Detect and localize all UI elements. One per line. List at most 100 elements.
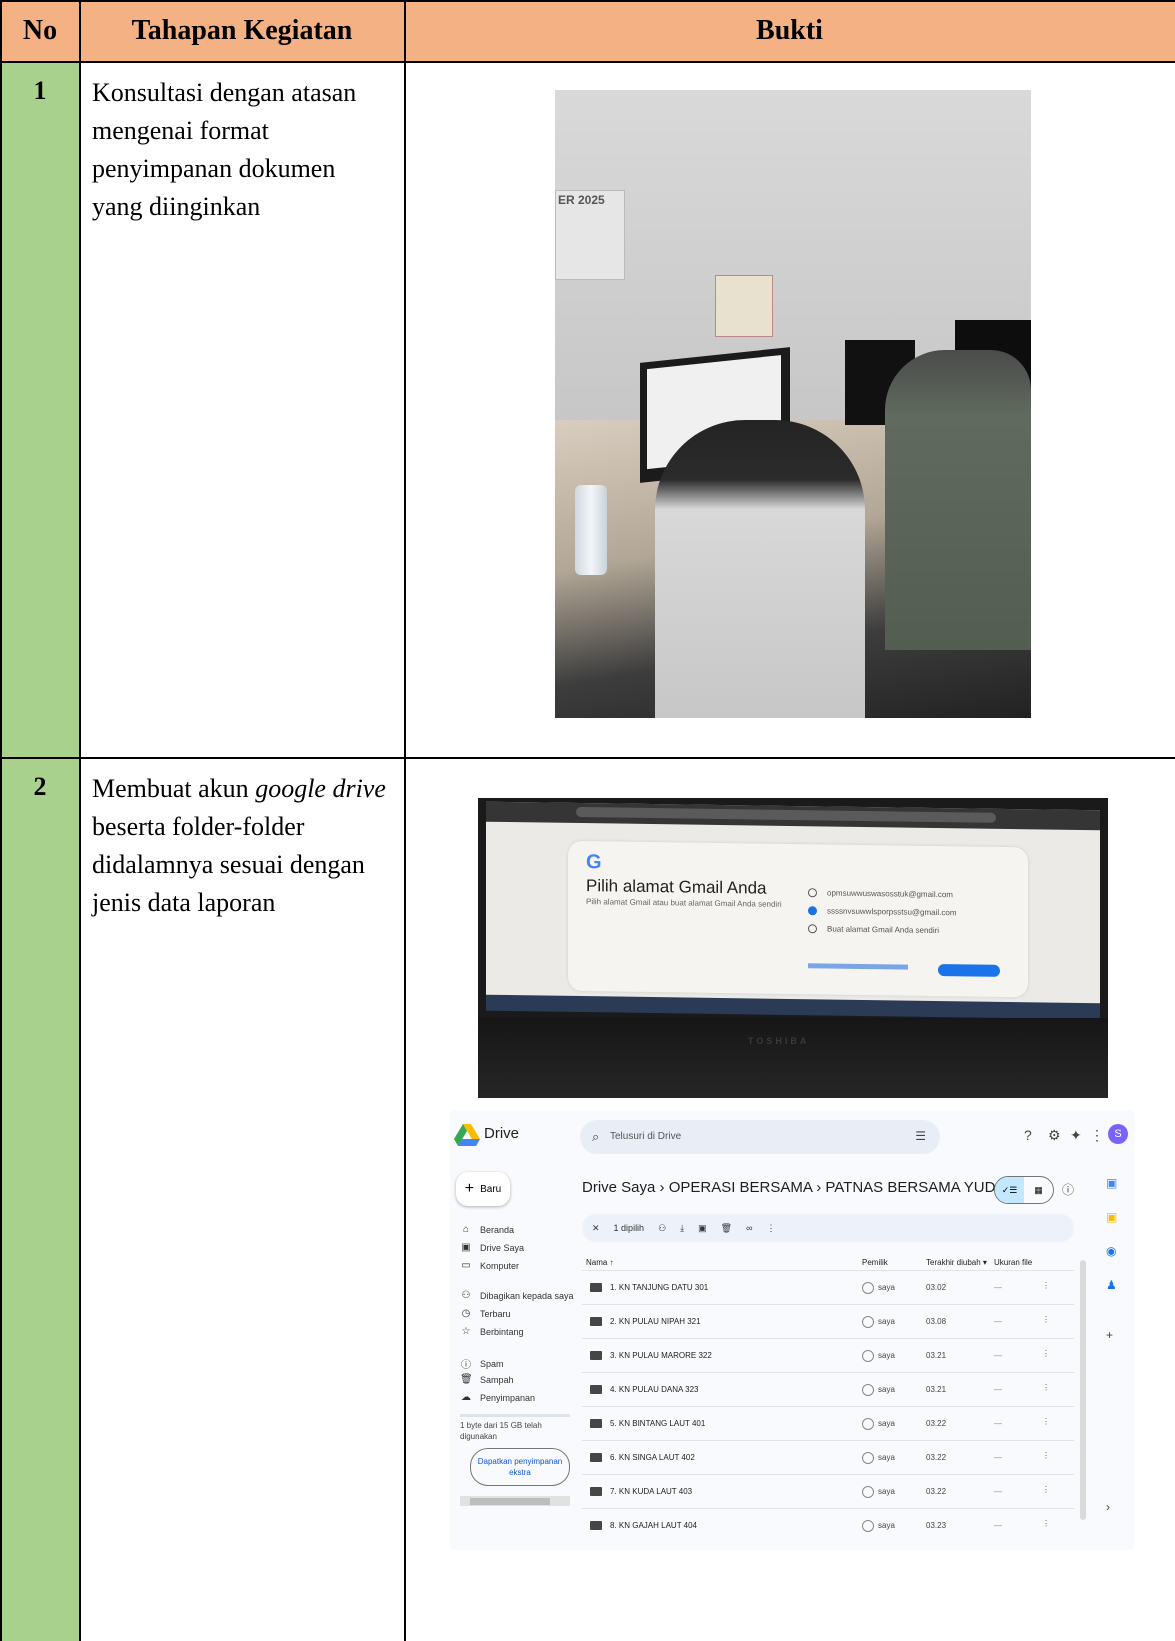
sidebar-scroll-thumb[interactable] bbox=[470, 1498, 550, 1505]
gmail-title: Pilih alamat Gmail Anda bbox=[586, 876, 767, 898]
gmail-option[interactable]: opmsuwwuswasosstuk@gmail.com bbox=[808, 888, 953, 899]
person-icon bbox=[862, 1486, 874, 1498]
file-list-scrollbar[interactable] bbox=[1080, 1260, 1086, 1520]
more-icon: ⋮ bbox=[1042, 1451, 1050, 1460]
sidebar-item-trash[interactable]: 🗑 Sampah bbox=[460, 1374, 514, 1385]
avatar[interactable]: S bbox=[1108, 1124, 1128, 1144]
more-icon: ⋮ bbox=[1042, 1519, 1050, 1528]
person-icon bbox=[862, 1282, 874, 1294]
sidebar-item-my-drive[interactable]: ▣ Drive Saya bbox=[460, 1242, 524, 1253]
sidebar-item-starred[interactable]: ☆ Berbintang bbox=[460, 1326, 524, 1337]
gmail-link[interactable] bbox=[808, 963, 908, 970]
calendar-icon[interactable]: ▣ bbox=[1106, 1176, 1117, 1190]
contacts-icon[interactable]: ♟ bbox=[1106, 1278, 1117, 1292]
more-icon: ⋮ bbox=[1042, 1281, 1050, 1290]
download-icon[interactable]: ⤓ bbox=[680, 1223, 684, 1234]
sidebar-item-home[interactable]: ⌂ Beranda bbox=[460, 1224, 514, 1235]
get-storage-button[interactable]: Dapatkan penyimpanan ekstra bbox=[470, 1448, 570, 1486]
header-no: No bbox=[22, 15, 58, 46]
number-column-background bbox=[0, 62, 80, 1641]
person-icon bbox=[862, 1520, 874, 1532]
person-icon bbox=[862, 1350, 874, 1362]
header-stage: Tahapan Kegiatan bbox=[131, 15, 353, 46]
gmail-option[interactable]: ssssnvsuwwlsporpsstsu@gmail.com bbox=[808, 906, 957, 917]
column-size[interactable]: Ukuran file bbox=[994, 1258, 1032, 1267]
laptop-screen: G Pilih alamat Gmail Anda Pilih alamat G… bbox=[486, 801, 1100, 1020]
table-row[interactable]: 3. KN PULAU MARORE 322 saya 03.21— ⋮ bbox=[582, 1338, 1074, 1373]
view-toggle[interactable]: ✓☰ ▦ bbox=[994, 1176, 1054, 1204]
gmail-subtitle: Pilih alamat Gmail atau buat alamat Gmai… bbox=[586, 897, 782, 909]
photo-bottle bbox=[575, 485, 607, 575]
folder-icon bbox=[590, 1453, 602, 1462]
trash-icon[interactable]: 🗑 bbox=[721, 1223, 732, 1234]
column-modified[interactable]: Terakhir diubah ▾ bbox=[926, 1258, 987, 1267]
person-icon bbox=[862, 1418, 874, 1430]
drive-app-name: Drive bbox=[484, 1125, 520, 1142]
more-icon: ⋮ bbox=[1042, 1315, 1050, 1324]
row-stage-text: Membuat akun google drive beserta folder… bbox=[92, 774, 386, 917]
apps-grid-icon[interactable]: ⋮ bbox=[1090, 1127, 1104, 1144]
grid-view-icon: ▦ bbox=[1034, 1184, 1043, 1195]
next-button[interactable] bbox=[938, 964, 1000, 977]
gmail-card: G Pilih alamat Gmail Anda Pilih alamat G… bbox=[568, 840, 1028, 998]
more-icon: ⋮ bbox=[1042, 1349, 1050, 1358]
add-addon-icon[interactable]: + bbox=[1106, 1328, 1113, 1342]
help-icon[interactable]: ? bbox=[1024, 1127, 1032, 1143]
table-border-col2 bbox=[404, 0, 406, 1641]
column-name[interactable]: Nama ↑ bbox=[586, 1258, 614, 1267]
keep-icon[interactable]: ▣ bbox=[1106, 1210, 1117, 1224]
drive-search-input[interactable]: ⌕ Telusuri di Drive ☰ bbox=[580, 1120, 940, 1154]
table-row[interactable]: 2. KN PULAU NIPAH 321 saya 03.08— ⋮ bbox=[582, 1304, 1074, 1339]
drive-icon: ▣ bbox=[461, 1242, 471, 1253]
radio-icon bbox=[808, 888, 817, 898]
tasks-icon[interactable]: ◉ bbox=[1106, 1244, 1116, 1258]
laptop-bezel bbox=[478, 1018, 1108, 1098]
table-row[interactable]: 4. KN PULAU DANA 323 saya 03.21— ⋮ bbox=[582, 1372, 1074, 1407]
folder-icon bbox=[590, 1521, 602, 1530]
gemini-icon[interactable]: ✦ bbox=[1070, 1127, 1082, 1144]
move-icon[interactable]: ▣ bbox=[698, 1223, 707, 1234]
sidebar-item-storage[interactable]: ☁ Penyimpanan bbox=[460, 1392, 535, 1403]
new-button[interactable]: + Baru bbox=[456, 1172, 510, 1206]
settings-icon[interactable]: ⚙ bbox=[1048, 1127, 1061, 1144]
selection-count: 1 dipilih bbox=[613, 1223, 645, 1233]
table-row[interactable]: 6. KN SINGA LAUT 402 saya 03.22— ⋮ bbox=[582, 1440, 1074, 1475]
share-icon[interactable]: ⚇ bbox=[658, 1223, 666, 1234]
drive-logo-icon bbox=[454, 1124, 480, 1146]
plus-icon: + bbox=[464, 1180, 475, 1197]
table-row[interactable]: 7. KN KUDA LAUT 403 saya 03.22— ⋮ bbox=[582, 1474, 1074, 1509]
breadcrumb[interactable]: Drive Saya › OPERASI BERSAMA › PATNAS BE… bbox=[582, 1178, 1020, 1196]
gmail-option[interactable]: Buat alamat Gmail Anda sendiri bbox=[808, 924, 939, 935]
header-evidence: Bukti bbox=[756, 15, 823, 46]
storage-bar bbox=[460, 1414, 570, 1417]
filter-icon[interactable]: ☰ bbox=[915, 1129, 926, 1143]
table-row[interactable]: 5. KN BINTANG LAUT 401 saya 03.22— ⋮ bbox=[582, 1406, 1074, 1441]
photo-person bbox=[655, 420, 865, 718]
sidebar-item-spam[interactable]: ⓘ Spam bbox=[460, 1356, 504, 1372]
photo-poster bbox=[715, 275, 773, 337]
link-icon[interactable]: ∞ bbox=[746, 1223, 752, 1233]
drive-screenshot: Drive ⌕ Telusuri di Drive ☰ ? ⚙ ✦ ⋮ S + B… bbox=[450, 1110, 1134, 1550]
sidebar-item-recent[interactable]: ◷ Terbaru bbox=[460, 1308, 511, 1319]
radio-selected-icon bbox=[808, 906, 817, 916]
person-icon bbox=[862, 1384, 874, 1396]
table-row[interactable]: 1. KN TANJUNG DATU 301 saya 03.02— ⋮ bbox=[582, 1270, 1074, 1305]
radio-icon bbox=[808, 924, 817, 934]
star-icon: ☆ bbox=[461, 1326, 471, 1337]
clock-icon: ◷ bbox=[461, 1308, 471, 1319]
sidebar-item-shared[interactable]: ⚇ Dibagikan kepada saya bbox=[460, 1290, 574, 1301]
folder-icon bbox=[590, 1317, 602, 1326]
evidence-photo-gmail-setup: G Pilih alamat Gmail Anda Pilih alamat G… bbox=[478, 798, 1108, 1098]
sidebar-item-computers[interactable]: ▭ Komputer bbox=[460, 1260, 519, 1271]
table-row[interactable]: 8. KN GAJAH LAUT 404 saya 03.23— ⋮ bbox=[582, 1508, 1074, 1543]
chevron-right-icon[interactable]: › bbox=[1106, 1500, 1110, 1514]
photo-calendar: ER 2025 bbox=[555, 190, 625, 280]
column-owner[interactable]: Pemilik bbox=[862, 1258, 888, 1267]
folder-icon bbox=[590, 1351, 602, 1360]
info-icon[interactable]: ⓘ bbox=[1062, 1181, 1074, 1198]
more-icon[interactable]: ⋮ bbox=[767, 1223, 776, 1234]
list-view-icon: ✓☰ bbox=[995, 1177, 1024, 1203]
cloud-icon: ☁ bbox=[461, 1392, 471, 1403]
more-icon: ⋮ bbox=[1042, 1383, 1050, 1392]
close-icon[interactable]: ✕ bbox=[592, 1223, 600, 1234]
